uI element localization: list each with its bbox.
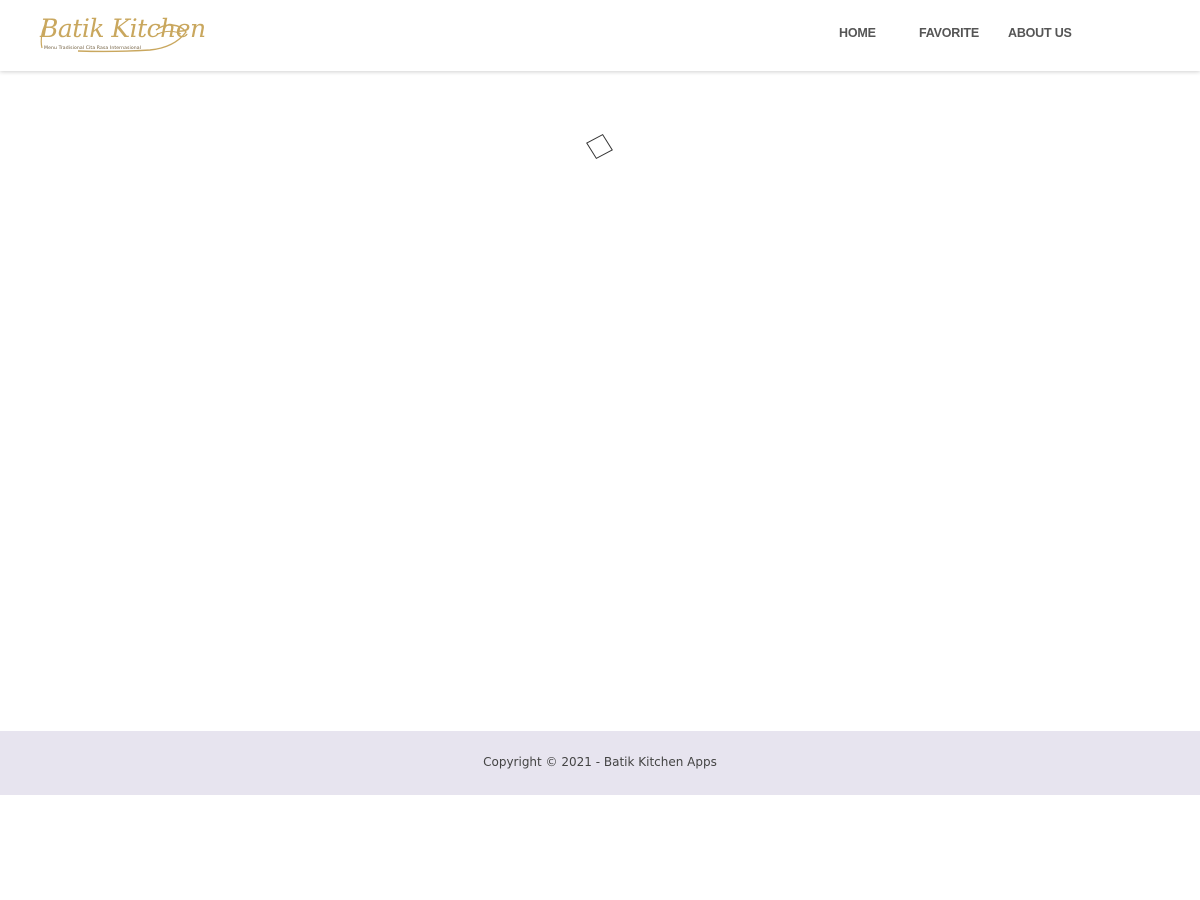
nav-home-link[interactable]: HOME	[839, 26, 876, 40]
main-content	[0, 71, 1200, 731]
brand-logo[interactable]: Batik Kitchen Menu Tradisional Cita Rasa…	[38, 10, 206, 58]
top-navbar: Batik Kitchen Menu Tradisional Cita Rasa…	[0, 0, 1200, 71]
brand-tagline: Menu Tradisional Cita Rasa Internasional	[44, 46, 142, 51]
nav-favorite-link[interactable]: FAVORITE	[919, 26, 979, 40]
footer: Copyright © 2021 - Batik Kitchen Apps	[0, 731, 1200, 795]
copyright-text: Copyright © 2021 - Batik Kitchen Apps	[483, 755, 717, 769]
nav-about-us-link[interactable]: ABOUT US	[1008, 26, 1072, 40]
brand-name: Batik Kitchen	[40, 14, 206, 43]
page-bottom-space	[0, 795, 1200, 900]
